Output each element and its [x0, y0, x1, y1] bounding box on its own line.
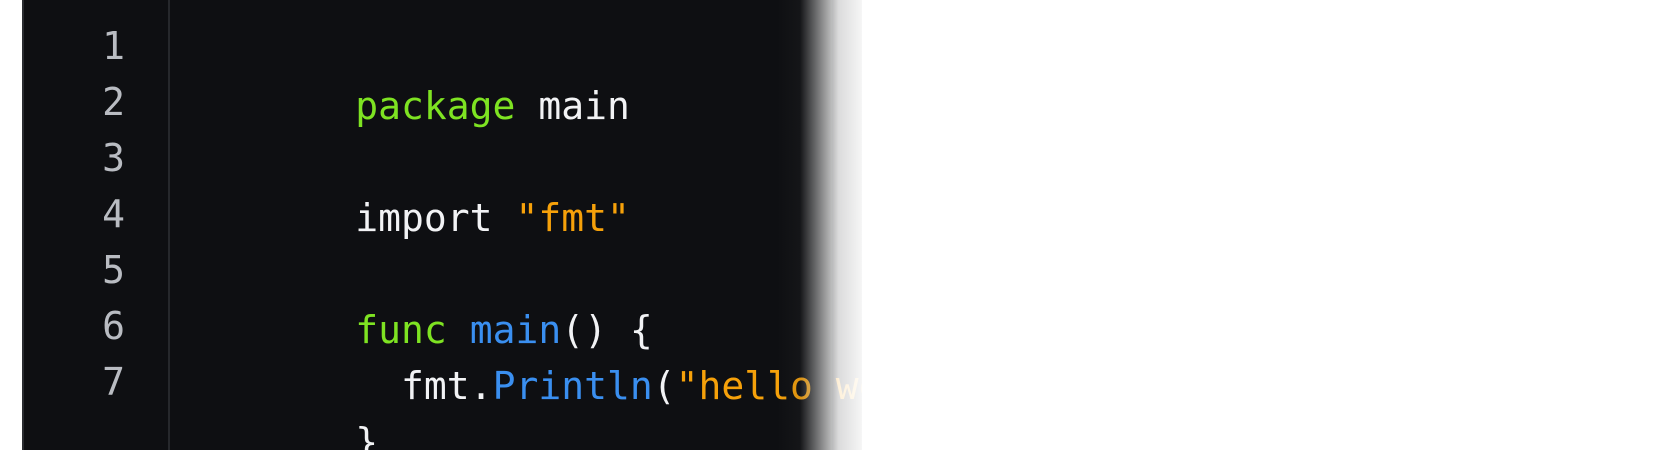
code-line: fmt.Println("hello world — [218, 296, 862, 408]
string-token: "hello world — [675, 364, 862, 408]
string-token: "fmt" — [515, 196, 630, 240]
plain-token: import — [355, 196, 493, 240]
code-line: import "fmt" — [218, 128, 630, 240]
code-editor[interactable]: 1 2 3 4 5 6 7 package main import "fmt" … — [22, 0, 862, 450]
code-line: package main — [218, 16, 630, 128]
code-line: func main() { — [218, 240, 652, 352]
code-area[interactable]: package main import "fmt" func main() { … — [22, 0, 862, 450]
function-token: Println — [492, 364, 653, 408]
plain-token: ( — [652, 364, 676, 408]
code-line: } — [218, 352, 378, 450]
plain-token: main — [515, 84, 630, 128]
keyword-token: package — [355, 84, 516, 128]
plain-token: } — [355, 420, 379, 450]
